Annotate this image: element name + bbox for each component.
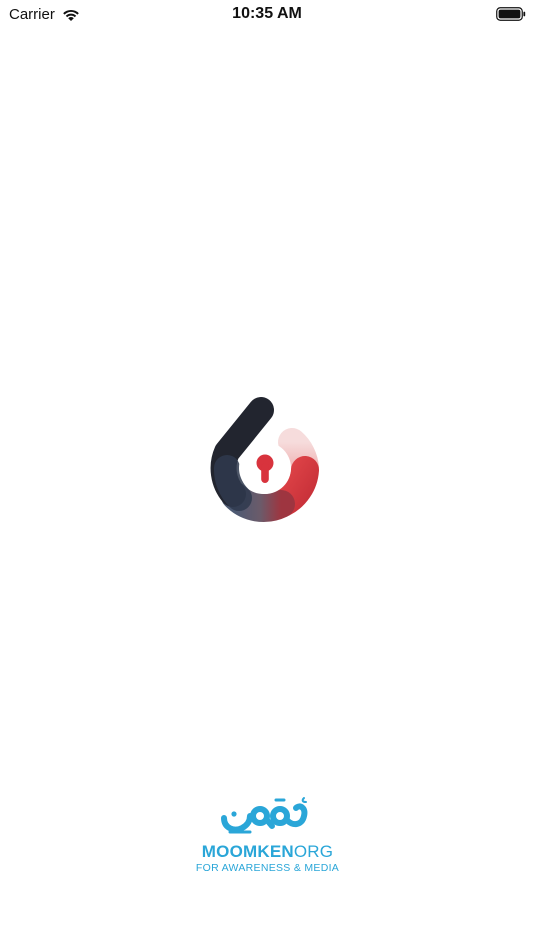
org-name: MOOMKENORG xyxy=(190,842,345,862)
status-time: 10:35 AM xyxy=(232,5,302,22)
org-logo: MOOMKENORG FOR AWARENESS & MEDIA xyxy=(190,796,345,880)
status-bar: Carrier 10:35 AM xyxy=(0,0,534,28)
splash-screen: Carrier 10:35 AM MOOMKENORG FOR AWARENES… xyxy=(0,0,534,950)
battery-icon xyxy=(496,7,526,21)
arabic-calligraphy-logo-icon xyxy=(221,797,308,834)
org-name-light: ORG xyxy=(293,842,334,861)
org-tagline: FOR AWARENESS & MEDIA xyxy=(195,862,340,874)
app-logo-icon xyxy=(210,397,319,522)
org-name-bold: MOOMKEN xyxy=(201,842,294,861)
